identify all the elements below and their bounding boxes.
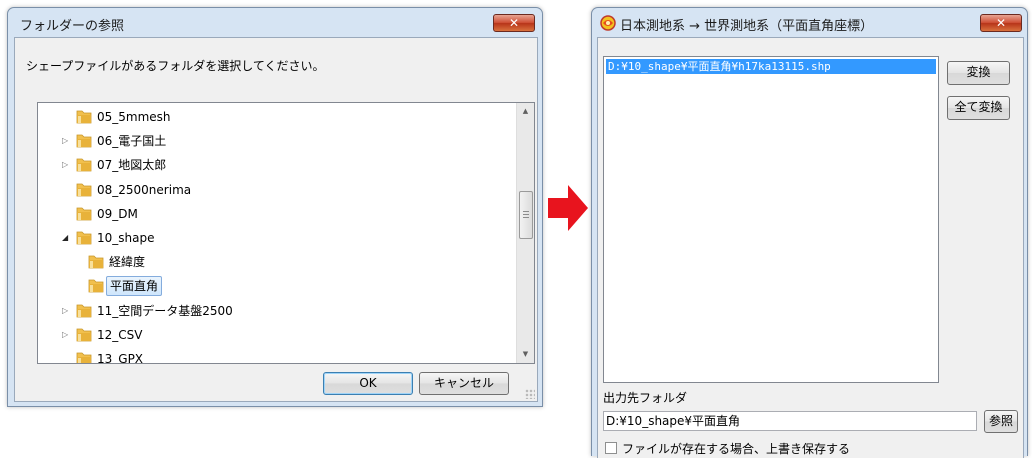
browse-dialog-body: シェープファイルがあるフォルダを選択してください。 05_5mmesh ▷ 06_電… [14, 37, 538, 402]
folder-icon [76, 110, 92, 124]
folder-icon [88, 255, 104, 269]
resize-grip-icon[interactable] [525, 389, 535, 399]
tree-vertical-scrollbar[interactable]: ▲ ▼ [516, 103, 534, 363]
scroll-up-arrow-icon[interactable]: ▲ [517, 103, 534, 120]
close-icon: ✕ [508, 16, 520, 30]
collapsed-arrow-icon[interactable]: ▷ [62, 330, 68, 339]
convert-all-button[interactable]: 全て変換 [947, 96, 1010, 120]
converter-close-button[interactable]: ✕ [980, 14, 1022, 32]
list-item[interactable]: D:¥10_shape¥平面直角¥h17ka13115.shp [606, 59, 936, 74]
app-globe-icon [600, 15, 616, 31]
folder-icon [76, 352, 92, 363]
convert-button[interactable]: 変換 [947, 61, 1010, 85]
converter-title: 日本測地系 → 世界測地系（平面直角座標） [620, 19, 874, 34]
folder-icon [76, 231, 92, 245]
converter-titlebar[interactable]: 日本測地系 → 世界測地系（平面直角座標） ✕ [592, 8, 1027, 38]
tree-item-label: 09_DM [97, 206, 138, 221]
collapsed-arrow-icon[interactable]: ▷ [62, 161, 68, 169]
collapsed-arrow-icon[interactable]: ▷ [62, 306, 68, 315]
scrollbar-thumb[interactable] [519, 191, 533, 239]
output-folder-field[interactable]: D:¥10_shape¥平面直角 [603, 411, 977, 431]
arrow-right-icon [548, 185, 588, 231]
folder-icon [76, 207, 92, 221]
overwrite-checkbox[interactable] [605, 442, 617, 454]
collapsed-arrow-icon[interactable]: ▷ [62, 137, 68, 145]
shapefile-list[interactable]: D:¥10_shape¥平面直角¥h17ka13115.shp [603, 56, 939, 383]
tree-item-label: 経緯度 [109, 255, 146, 270]
tree-item-label: 12_CSV [97, 327, 143, 342]
expanded-arrow-icon[interactable]: ◢ [62, 234, 68, 242]
tree-item-label: 10_shape [97, 231, 155, 245]
tree-item-label: 05_5mmesh [97, 110, 171, 124]
browse-dialog-close-button[interactable]: ✕ [493, 14, 535, 32]
grip-icon [523, 211, 529, 218]
browse-dialog-title: フォルダーの参照 [20, 19, 125, 34]
folder-icon [76, 328, 92, 342]
tree-item-label: 11_空間データ基盤2500 [97, 303, 233, 318]
browse-dialog-prompt: シェープファイルがあるフォルダを選択してください。 [26, 59, 325, 73]
close-icon: ✕ [995, 16, 1007, 30]
browse-button[interactable]: 参照 [984, 410, 1018, 433]
ok-button[interactable]: OK [323, 372, 413, 395]
browse-folder-dialog: フォルダーの参照 ✕ シェープファイルがあるフォルダを選択してください。 05_… [7, 7, 543, 407]
cancel-button[interactable]: キャンセル [419, 372, 509, 395]
scroll-down-arrow-icon[interactable]: ▼ [517, 346, 534, 363]
tree-item-label: 07_地図太郎 [97, 158, 167, 173]
folder-icon [76, 134, 92, 148]
output-folder-label: 出力先フォルダ [603, 391, 688, 405]
converter-body: D:¥10_shape¥平面直角¥h17ka13115.shp 変換 全て変換 … [597, 37, 1024, 458]
tree-item-label: 06_電子国土 [97, 134, 167, 149]
folder-icon [76, 304, 92, 317]
folder-icon [88, 279, 104, 293]
datum-converter-window: 日本測地系 → 世界測地系（平面直角座標） ✕ D:¥10_shape¥平面直角… [591, 7, 1028, 458]
tree-item-label: 08_2500nerima [97, 182, 192, 197]
folder-icon [76, 158, 92, 172]
overwrite-checkbox-label: ファイルが存在する場合、上書き保存する [622, 442, 851, 456]
folder-tree[interactable]: 05_5mmesh ▷ 06_電子国土 ▷ 07_地図太郎 08_2500nerima 09… [37, 102, 535, 364]
folder-icon [76, 183, 92, 196]
tree-item-label: 平面直角 [106, 276, 163, 297]
tree-item-label: 13_GPX [97, 352, 144, 364]
browse-dialog-titlebar[interactable]: フォルダーの参照 ✕ [8, 8, 542, 38]
